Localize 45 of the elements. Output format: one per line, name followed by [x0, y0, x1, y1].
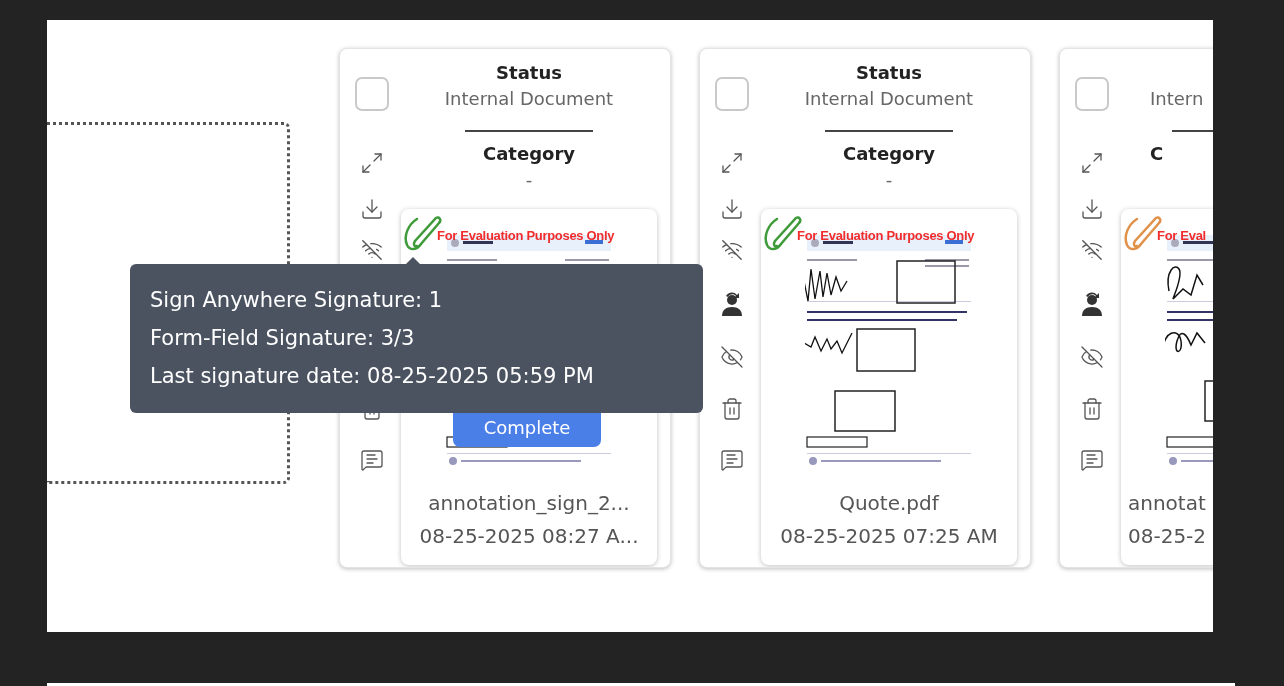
category-label: Category — [483, 142, 575, 166]
expand-icon[interactable] — [360, 151, 384, 175]
wifi-off-icon[interactable] — [361, 239, 383, 261]
watermark-text: For Evaluation Purposes Only — [437, 227, 615, 243]
person-swap-icon[interactable] — [1080, 291, 1104, 317]
checkbox[interactable] — [1075, 77, 1109, 111]
document-thumbnail[interactable]: For Evaluation Purposes Only Quote.pdf 08-25-2025 07:25 AM — [761, 209, 1017, 565]
download-icon[interactable] — [1080, 197, 1104, 221]
tooltip-text: Last signature date: 08-25-2025 05:59 PM — [150, 363, 595, 390]
status-label: Status — [856, 61, 922, 85]
checkbox[interactable] — [355, 77, 389, 111]
person-swap-icon[interactable] — [720, 291, 744, 317]
download-icon[interactable] — [360, 197, 384, 221]
watermark-text: For Eval — [1157, 227, 1206, 243]
checkbox[interactable] — [715, 77, 749, 111]
status-value: Internal Document — [804, 87, 974, 111]
expand-icon[interactable] — [720, 151, 744, 175]
wifi-off-icon[interactable] — [1081, 239, 1103, 261]
category-value: - — [525, 168, 533, 192]
file-name: annotat — [1128, 490, 1206, 517]
comment-icon[interactable] — [360, 448, 384, 472]
wifi-off-icon[interactable] — [721, 239, 743, 261]
file-date: 08-25-2025 08:27 A... — [419, 523, 639, 550]
file-date: 08-25-2 — [1128, 523, 1207, 550]
download-icon[interactable] — [720, 197, 744, 221]
expand-icon[interactable] — [1080, 151, 1104, 175]
status-label: Status — [496, 61, 562, 85]
file-date: 08-25-2025 07:25 AM — [780, 523, 998, 550]
trash-icon[interactable] — [1080, 397, 1104, 421]
eye-off-icon[interactable] — [1080, 345, 1104, 369]
status-value: Intern — [1150, 87, 1204, 111]
category-value: - — [885, 168, 893, 192]
comment-icon[interactable] — [1080, 448, 1104, 472]
eye-off-icon[interactable] — [720, 345, 744, 369]
tooltip-text: Sign Anywhere Signature: 1 — [150, 287, 444, 314]
document-thumbnail[interactable]: For Eval annotat 08-25-2 — [1121, 209, 1213, 565]
status-value: Internal Document — [444, 87, 614, 111]
comment-icon[interactable] — [720, 448, 744, 472]
file-name: Quote.pdf — [839, 490, 939, 517]
watermark-text: For Evaluation Purposes Only — [797, 227, 975, 243]
file-name: annotation_sign_2... — [428, 490, 630, 517]
category-label: Category — [843, 142, 935, 166]
tooltip-text: Form-Field Signature: 3/3 — [150, 325, 416, 352]
trash-icon[interactable] — [720, 397, 744, 421]
category-label: C — [1150, 142, 1164, 166]
